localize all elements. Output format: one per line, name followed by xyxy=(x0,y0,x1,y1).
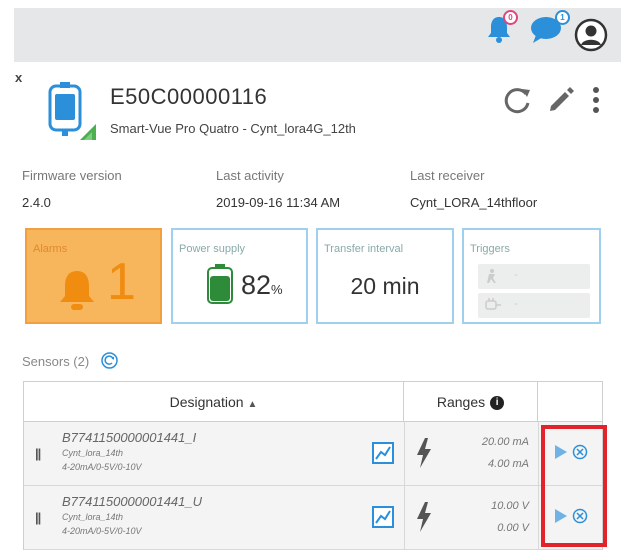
notifications-button[interactable]: 0 xyxy=(486,10,518,49)
alarms-tile-label: Alarms xyxy=(33,243,68,255)
drag-handle-icon[interactable]: || xyxy=(35,446,41,461)
sensor-name: B7741150000001441_U xyxy=(62,494,203,509)
designation-column-header[interactable]: Designation ▲︎ xyxy=(24,382,404,422)
table-row[interactable]: || B7741150000001441_U Cynt_lora_14th 4-… xyxy=(24,486,602,550)
sensors-table: Designation ▲︎ Ranges i || B77411500000014… xyxy=(23,381,603,550)
ranges-column-header: Ranges i xyxy=(404,382,538,422)
ranges-header-label: Ranges xyxy=(436,394,486,410)
accessibility-icon xyxy=(487,269,496,283)
trigger-row-1: - xyxy=(478,264,590,289)
sensors-table-header: Designation ▲︎ Ranges i xyxy=(24,382,602,422)
chart-icon[interactable] xyxy=(372,442,394,464)
sensor-place: Cynt_lora_14th xyxy=(62,448,124,458)
info-icon[interactable]: i xyxy=(490,396,505,411)
sensor-name: B7741150000001441_I xyxy=(62,430,197,445)
close-panel-button[interactable]: x xyxy=(15,70,22,85)
last-activity-label: Last activity xyxy=(216,168,284,183)
trigger-1-value: - xyxy=(514,269,518,281)
device-subtitle: Smart-Vue Pro Quatro - Cynt_lora4G_12th xyxy=(110,121,356,136)
range-high: 20.00 mA xyxy=(481,436,529,448)
last-receiver-value: Cynt_LORA_14thfloor xyxy=(410,195,538,210)
transfer-interval-label: Transfer interval xyxy=(324,243,404,255)
power-supply-tile: Power supply 82% xyxy=(171,228,308,324)
last-receiver-label: Last receiver xyxy=(410,168,485,183)
messages-button[interactable]: 1 xyxy=(530,10,570,49)
firmware-value: 2.4.0 xyxy=(22,195,51,210)
user-avatar-button[interactable] xyxy=(574,18,608,57)
triggers-label: Triggers xyxy=(470,243,510,255)
edit-button[interactable] xyxy=(547,86,575,119)
top-bar: 0 1 xyxy=(14,8,621,62)
device-id-title: E50C00000116 xyxy=(110,84,268,109)
highlight-box xyxy=(541,425,607,547)
table-row[interactable]: || B7741150000001441_I Cynt_lora_14th 4-… xyxy=(24,422,602,486)
alarms-count: 1 xyxy=(107,253,136,311)
pencil-icon xyxy=(550,87,574,111)
user-avatar-icon xyxy=(574,18,608,52)
power-supply-label: Power supply xyxy=(179,243,246,255)
power-unit: % xyxy=(271,282,283,297)
device-tag-icon xyxy=(44,82,100,147)
transfer-interval-tile: Transfer interval 20 min xyxy=(316,228,454,324)
more-vertical-icon xyxy=(593,87,599,113)
power-supply-value: 82% xyxy=(241,270,283,301)
trigger-row-2: - xyxy=(478,293,590,318)
power-percent: 82 xyxy=(241,270,272,300)
range-low: 0.00 V xyxy=(497,522,529,534)
lightning-icon xyxy=(417,438,431,468)
lightning-icon xyxy=(417,502,431,532)
sort-icon: ▲︎ xyxy=(247,399,258,410)
battery-icon xyxy=(207,264,233,304)
refresh-button[interactable] xyxy=(502,86,532,121)
sensor-range-type: 4-20mA/0-5V/0-10V xyxy=(62,526,142,536)
sensor-place: Cynt_lora_14th xyxy=(62,512,124,522)
sensors-label: Sensors (2) xyxy=(22,354,90,369)
transfer-interval-value: 20 min xyxy=(350,273,420,299)
refresh-circle-icon xyxy=(101,352,118,369)
range-low: 4.00 mA xyxy=(488,458,529,470)
plug-icon xyxy=(485,298,501,310)
chart-icon[interactable] xyxy=(372,506,394,528)
alarms-tile[interactable]: Alarms 1 xyxy=(25,228,162,324)
triggers-tile: Triggers - - xyxy=(462,228,601,324)
messages-badge: 1 xyxy=(555,10,570,25)
drag-handle-icon[interactable]: || xyxy=(35,510,41,525)
sensor-range-type: 4-20mA/0-5V/0-10V xyxy=(62,462,142,472)
sensors-refresh-button[interactable] xyxy=(101,352,118,374)
firmware-label: Firmware version xyxy=(22,168,122,183)
refresh-icon xyxy=(504,88,530,114)
notifications-badge: 0 xyxy=(503,10,518,25)
trigger-2-value: - xyxy=(514,298,518,310)
last-activity-value: 2019-09-16 11:34 AM xyxy=(216,195,341,210)
designation-header-label: Designation xyxy=(169,394,244,410)
more-options-button[interactable] xyxy=(591,86,601,121)
range-high: 10.00 V xyxy=(491,500,529,512)
alarm-bell-icon xyxy=(60,271,94,310)
